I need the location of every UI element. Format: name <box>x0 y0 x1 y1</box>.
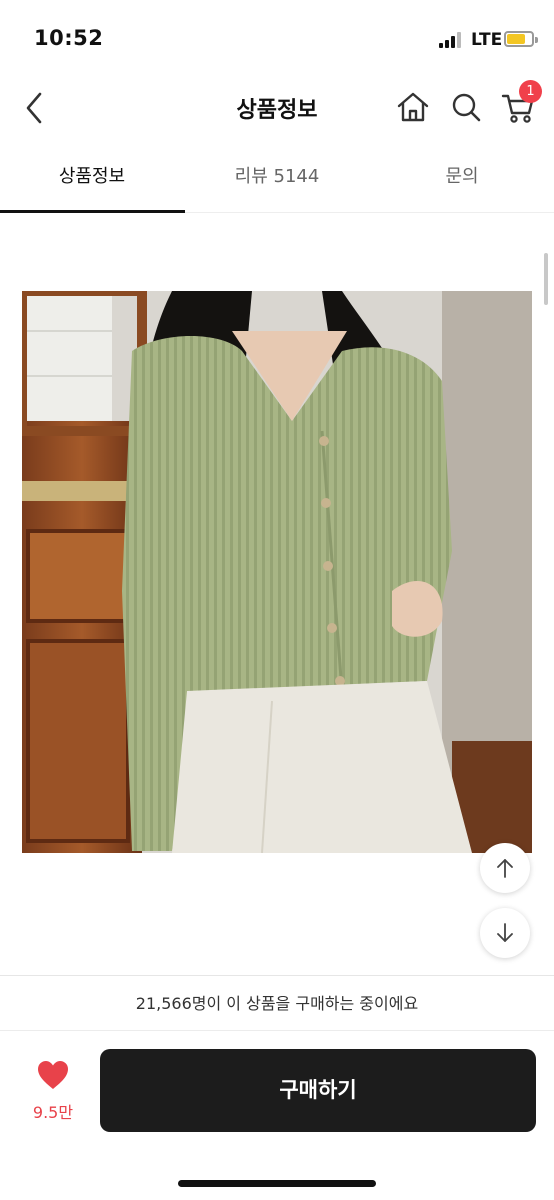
heart-icon <box>38 1061 68 1089</box>
home-indicator <box>178 1180 376 1187</box>
tab-bar: 상품정보 리뷰 5144 문의 <box>0 148 554 213</box>
active-tab-indicator <box>0 210 185 213</box>
tab-reviews[interactable]: 리뷰 5144 <box>185 162 369 188</box>
arrow-down-icon <box>497 923 513 942</box>
tab-product-info[interactable]: 상품정보 <box>0 162 184 188</box>
buyers-notice-text: 21,566명이 이 상품을 구매하는 중이에요 <box>135 994 419 1013</box>
app-header: 상품정보 1 <box>0 80 554 136</box>
signal-icon <box>439 32 463 48</box>
product-image <box>22 291 532 853</box>
status-bar: 10:52 LTE <box>0 0 554 80</box>
search-button[interactable] <box>447 88 485 126</box>
home-button[interactable] <box>394 88 432 126</box>
search-icon <box>452 93 481 122</box>
scrollbar[interactable] <box>544 253 548 305</box>
cart-count-badge: 1 <box>519 80 542 103</box>
buy-button[interactable]: 구매하기 <box>100 1049 536 1132</box>
buyers-notice: 21,566명이 이 상품을 구매하는 중이에요 <box>0 975 554 1031</box>
scroll-up-button[interactable] <box>480 843 530 893</box>
network-type: LTE <box>471 30 503 50</box>
like-count: 9.5만 <box>32 1103 74 1122</box>
arrow-up-icon <box>497 859 513 878</box>
home-icon <box>397 92 429 122</box>
battery-icon <box>504 31 538 47</box>
like-button[interactable]: 9.5만 <box>22 1059 84 1129</box>
tab-inquiry[interactable]: 문의 <box>370 162 554 188</box>
clock: 10:52 <box>34 26 104 50</box>
scroll-down-button[interactable] <box>480 908 530 958</box>
bottom-action-bar: 9.5만 구매하기 <box>0 1031 554 1200</box>
